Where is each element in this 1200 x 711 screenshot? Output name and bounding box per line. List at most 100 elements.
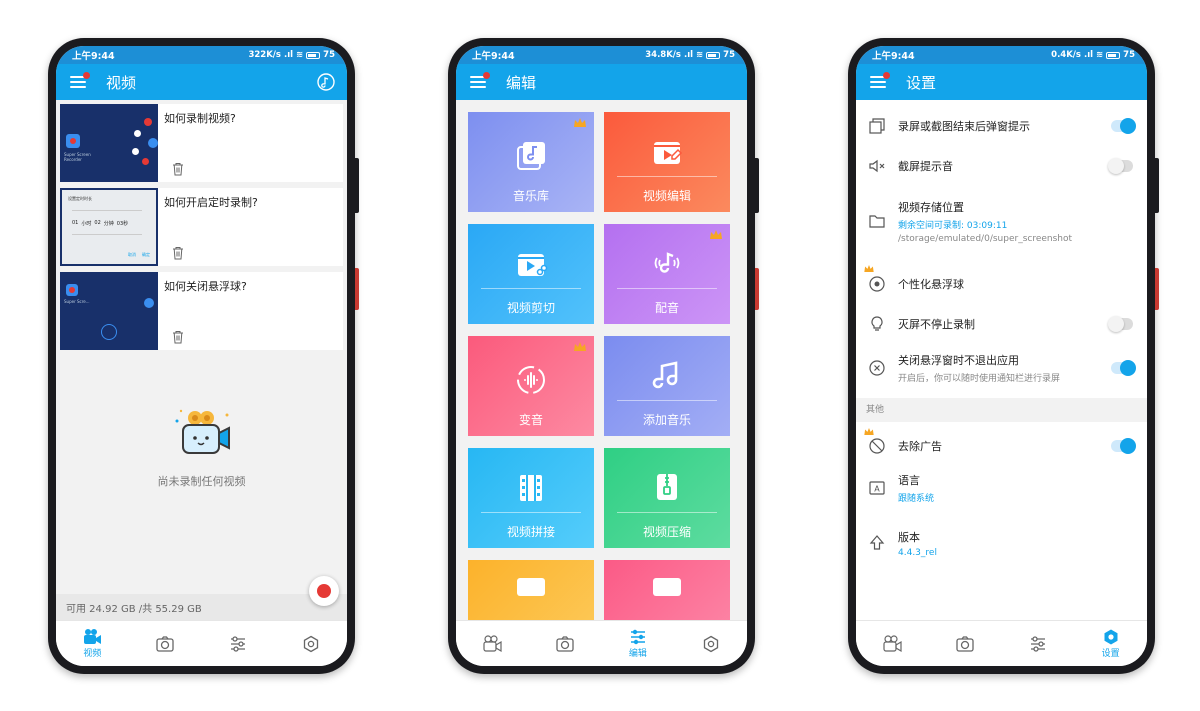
tile-dubbing[interactable]: 配音 [604, 224, 730, 324]
nav-settings[interactable]: 设置 [1088, 628, 1134, 659]
crown-icon [864, 265, 874, 272]
notification-dot [483, 72, 490, 79]
screen: 上午9:44 322K/s .ıl ≋ 75 视频 Super Screen Reco… [56, 46, 347, 666]
settings-list: 录屏或截图结束后弹窗提示 截屏提示音 视频存储位置 剩余空间可录制: 03:09… [856, 100, 1147, 620]
video-camera-icon [84, 629, 102, 644]
language-value: 跟随系统 [898, 494, 935, 504]
nav-screenshot[interactable] [142, 635, 188, 653]
setting-storage[interactable]: 视频存储位置 剩余空间可录制: 03:09:11 /storage/emulat… [856, 194, 1147, 248]
tile-label: 视频拼接 [506, 525, 555, 539]
setting-popup[interactable]: 录屏或截图结束后弹窗提示 [856, 114, 1147, 138]
folder-icon [869, 215, 885, 228]
svg-text:A: A [874, 485, 880, 494]
signal-icon: .ıl [1083, 50, 1094, 60]
video-card[interactable]: Super Scre... 如何关闭悬浮球? [60, 272, 343, 350]
nav-video[interactable]: 视频 [69, 628, 115, 659]
tile-music-library[interactable]: 音乐库 [468, 112, 594, 212]
menu-icon[interactable] [470, 72, 490, 88]
nav-label: 设置 [1101, 649, 1120, 659]
language-icon: A [869, 481, 885, 495]
phone-edit: 上午9:44 34.8K/s .ıl ≋ 75 编辑 音乐库 视频编辑 视频剪切 配音… [448, 38, 759, 674]
screen: 上午9:44 0.4K/s .ıl ≋ 75 设置 录屏或截图结束后弹窗提示 截屏提示… [856, 46, 1147, 666]
setting-version[interactable]: 版本 4.4.3_rel [856, 525, 1147, 561]
video-list: Super Screen Recorder 如何录制视频? 设置定时时长 01 小… [56, 100, 347, 620]
video-card[interactable]: Super Screen Recorder 如何录制视频? [60, 104, 343, 182]
nav-settings[interactable] [288, 635, 334, 653]
nav-edit[interactable]: 编辑 [615, 628, 661, 659]
record-button[interactable] [309, 576, 339, 606]
power-button [1155, 268, 1159, 310]
camera-mascot-icon [175, 409, 230, 454]
setting-floating-ball[interactable]: 个性化悬浮球 [856, 272, 1147, 296]
battery-level: 75 [723, 50, 735, 60]
page-title: 编辑 [506, 73, 537, 92]
setting-screen-off[interactable]: 灭屏不停止录制 [856, 312, 1147, 336]
video-title: 如何录制视频? [164, 112, 236, 125]
tile-label: 配音 [654, 301, 679, 315]
tile-add-music[interactable]: 添加音乐 [604, 336, 730, 436]
battery-level: 75 [1123, 50, 1135, 60]
network-speed: 322K/s [248, 50, 281, 60]
nav-edit[interactable] [1015, 635, 1061, 653]
network-speed: 0.4K/s [1051, 50, 1081, 60]
setting-label: 视频存储位置 [898, 200, 964, 214]
thumb-time: 01 [72, 220, 79, 226]
nav-screenshot[interactable] [542, 635, 588, 653]
menu-icon[interactable] [870, 72, 890, 88]
empty-text: 尚未录制任何视频 [157, 475, 246, 488]
trash-icon[interactable] [172, 246, 184, 260]
tile-label: 音乐库 [512, 189, 549, 203]
nav-video[interactable] [469, 634, 515, 653]
nav-settings[interactable] [688, 635, 734, 653]
video-camera-icon [483, 634, 502, 652]
tile-video-compress[interactable]: 视频压缩 [604, 448, 730, 548]
thumb-time: 02 [94, 220, 101, 226]
battery-level: 75 [323, 50, 335, 60]
toggle-close-float[interactable] [1111, 360, 1136, 376]
battery-icon [706, 51, 721, 59]
video-thumbnail: Super Scre... [60, 272, 158, 350]
tile-video-cut[interactable]: 视频剪切 [468, 224, 594, 324]
tile-partial[interactable] [604, 560, 730, 620]
video-title: 如何开启定时录制? [164, 196, 258, 209]
sliders-icon [230, 635, 245, 652]
toggle-screenshot-sound[interactable] [1108, 158, 1133, 174]
floating-ball-icon [869, 276, 885, 292]
tile-partial[interactable] [468, 560, 594, 620]
status-time: 上午9:44 [72, 51, 115, 62]
page-title: 视频 [106, 73, 137, 92]
tile-label: 添加音乐 [642, 413, 691, 427]
nav-label: 编辑 [628, 649, 647, 659]
tile-video-merge[interactable]: 视频拼接 [468, 448, 594, 548]
app-bar: 设置 [856, 64, 1147, 100]
video-cut-icon [518, 254, 548, 276]
tile-label: 视频剪切 [506, 301, 555, 315]
menu-icon[interactable] [70, 72, 90, 88]
trash-icon[interactable] [172, 330, 184, 344]
nav-edit[interactable] [215, 635, 261, 653]
toggle-screen-off[interactable] [1108, 316, 1133, 332]
setting-remove-ads[interactable]: 去除广告 [856, 434, 1147, 458]
setting-language[interactable]: A 语言 跟随系统 [856, 470, 1147, 506]
video-card[interactable]: 设置定时时长 01 小时 02 分钟 03秒 取消 确定 如何开启定时录制? [60, 188, 343, 266]
trash-icon[interactable] [172, 162, 184, 176]
music-note-icon[interactable] [317, 73, 335, 91]
toggle-popup[interactable] [1111, 118, 1136, 134]
tile-voice-change[interactable]: 变音 [468, 336, 594, 436]
camera-icon [156, 635, 174, 652]
video-thumbnail: Super Screen Recorder [60, 104, 158, 182]
toggle-remove-ads[interactable] [1111, 438, 1136, 454]
nav-screenshot[interactable] [942, 635, 988, 653]
add-music-icon [652, 361, 678, 389]
side-button [755, 158, 759, 213]
side-button [355, 158, 359, 213]
power-button [755, 268, 759, 310]
nav-video[interactable] [869, 634, 915, 653]
setting-close-float[interactable]: 关闭悬浮窗时不退出应用 开启后，你可以随时使用通知栏进行录屏 [856, 350, 1147, 386]
thumb-time: 03秒 [116, 221, 129, 227]
notification-dot [83, 72, 90, 79]
tile-video-edit[interactable]: 视频编辑 [604, 112, 730, 212]
setting-screenshot-sound[interactable]: 截屏提示音 [856, 154, 1147, 178]
dubbing-icon [654, 252, 680, 273]
no-ads-icon [869, 438, 885, 454]
